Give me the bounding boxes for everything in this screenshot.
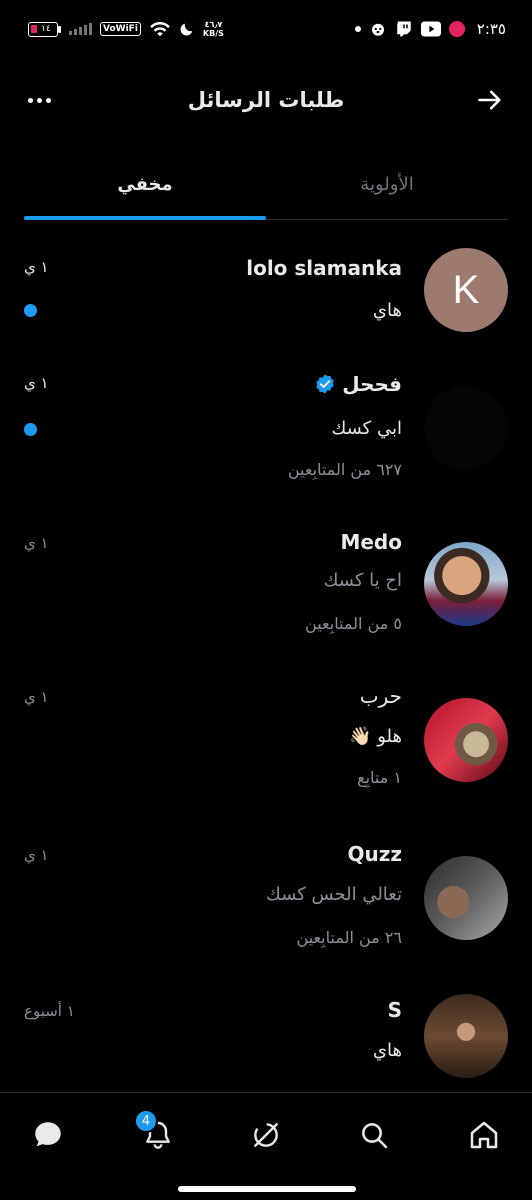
message-preview: تعالي الحس كسك [266,884,402,905]
list-item[interactable]: حرب هلو 👋🏻 ١ متابِع ١ ي [0,682,532,822]
message-preview: اح يا كسك [323,570,402,591]
notification-dot-icon [354,26,361,32]
timestamp: ١ ي [24,688,49,706]
grok-icon [254,1123,278,1147]
twitch-icon [397,21,411,37]
net-speed: ٤٦٫٧ KB/S [202,20,224,38]
active-tab-indicator [24,216,266,220]
list-item[interactable]: K lolo slamanka هاي ١ ي [0,246,532,366]
list-item[interactable]: Quzz تعالي الحس كسك ٢٦ من المتابِعين ١ ي [0,838,532,978]
timestamp: ١ ي [24,258,49,276]
avatar[interactable] [424,386,508,470]
vowifi-badge: VoWiFi [100,22,141,36]
avatar[interactable]: K [424,248,508,332]
signal-icon [69,23,92,35]
status-left: ١٤ VoWiFi ٤٦٫٧ KB/S [28,20,224,38]
page-title: طلبات الرسائل [187,88,345,112]
message-preview: هاي [372,1040,402,1061]
sender-name: Quzz [347,842,402,866]
sender-name-text: lolo slamanka [246,256,402,280]
battery-icon: ١٤ [28,21,58,37]
sender-name: حرب [360,684,402,708]
tabs: الأولوية مخفي [24,150,508,220]
message-preview: هلو 👋🏻 [349,726,402,747]
search-icon [362,1123,388,1149]
avatar[interactable] [424,856,508,940]
followers-count: ٦٢٧ من المتابِعين [287,460,402,479]
sender-name: lolo slamanka [246,256,402,280]
nav-messages[interactable] [28,1115,68,1155]
tab-priority[interactable]: الأولوية [266,150,508,219]
sender-name-text: S [387,998,402,1022]
more-icon [28,97,33,103]
home-icon [470,1121,498,1149]
sender-name: S [388,998,402,1022]
avatar-letter: K [452,267,480,312]
more-options-button[interactable] [28,97,51,103]
avatar[interactable] [424,542,508,626]
followers-count: ٥ من المتابِعين [305,614,402,633]
list-item[interactable]: فححل ابي كسك ٦٢٧ من المتابِعين ١ ي [0,366,532,506]
unread-dot [24,304,37,317]
sender-name: Medo [340,530,402,554]
timestamp: ١ ي [24,534,49,552]
timestamp: ١ ي [24,374,49,392]
followers-count: ١ متابِع [357,768,402,787]
avatar[interactable] [424,994,508,1078]
sender-name-text: Medo [340,530,402,554]
verified-badge-icon [316,374,334,394]
nav-search[interactable] [354,1115,394,1155]
dog-app-icon [371,23,384,36]
unread-dot [24,423,37,436]
message-preview: هاي [372,300,402,321]
sender-name-text: حرب [359,684,402,708]
bottom-nav: 4 [0,1092,532,1200]
list-item[interactable]: Medo اح يا كسك ٥ من المتابِعين ١ ي [0,526,532,666]
app-notification-icon [448,21,465,37]
status-bar: ١٤ VoWiFi ٤٦٫٧ KB/S ٢:٣٥ [0,0,532,58]
message-preview: ابي كسك [331,418,402,439]
nav-notifications[interactable]: 4 [134,1109,178,1155]
battery-indicator: ١٤ [28,21,61,37]
avatar[interactable] [424,698,508,782]
tab-hidden[interactable]: مخفي [24,150,266,219]
wifi-icon [150,21,170,37]
chat-bubble-icon [35,1122,61,1147]
list-item[interactable]: S هاي ١ أسبوع [0,994,532,1092]
header: طلبات الرسائل [0,70,532,130]
moon-icon [180,23,193,36]
back-arrow-icon[interactable] [476,86,504,114]
youtube-icon [420,21,441,37]
nav-grok[interactable] [246,1115,286,1155]
timestamp: ١ ي [24,846,49,864]
notifications-badge: 4 [134,1109,158,1133]
sender-name: فححل [314,372,402,396]
sender-name-text: فححل [342,372,402,396]
status-right: ٢:٣٥ [354,20,506,38]
battery-level: ١٤ [41,24,51,34]
nav-home[interactable] [464,1115,504,1155]
sender-name-text: Quzz [347,842,402,866]
followers-count: ٢٦ من المتابِعين [296,928,402,947]
clock: ٢:٣٥ [476,20,506,38]
home-indicator[interactable] [178,1186,356,1192]
timestamp: ١ أسبوع [24,1002,75,1020]
